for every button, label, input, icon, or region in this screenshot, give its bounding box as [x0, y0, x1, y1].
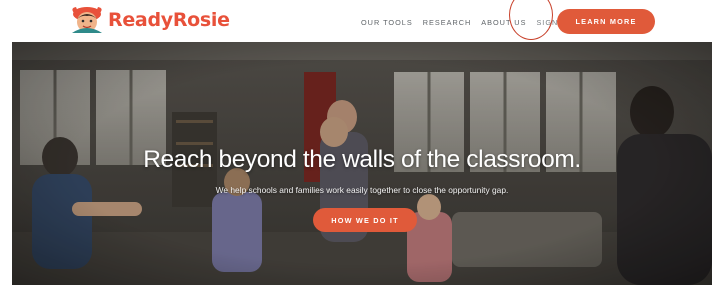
- hero-section: Reach beyond the walls of the classroom.…: [12, 42, 712, 285]
- brand-logo[interactable]: ReadyRosie: [68, 5, 230, 35]
- readyrosie-mascot-icon: [72, 7, 102, 33]
- site-header: ReadyRosie OUR TOOLS RESEARCH ABOUT US S…: [0, 0, 724, 42]
- hero-subtitle: We help schools and families work easily…: [215, 185, 509, 195]
- brand-name: ReadyRosie: [108, 9, 230, 31]
- learn-more-button[interactable]: LEARN MORE: [557, 9, 655, 34]
- nav-item-about-us[interactable]: ABOUT US: [481, 18, 526, 27]
- hero-title: Reach beyond the walls of the classroom.: [143, 146, 581, 173]
- nav-item-research[interactable]: RESEARCH: [423, 18, 472, 27]
- main-nav: OUR TOOLS RESEARCH ABOUT US SIGN IN: [361, 16, 571, 28]
- how-we-do-it-button[interactable]: HOW WE DO IT: [313, 208, 417, 232]
- nav-item-our-tools[interactable]: OUR TOOLS: [361, 18, 413, 27]
